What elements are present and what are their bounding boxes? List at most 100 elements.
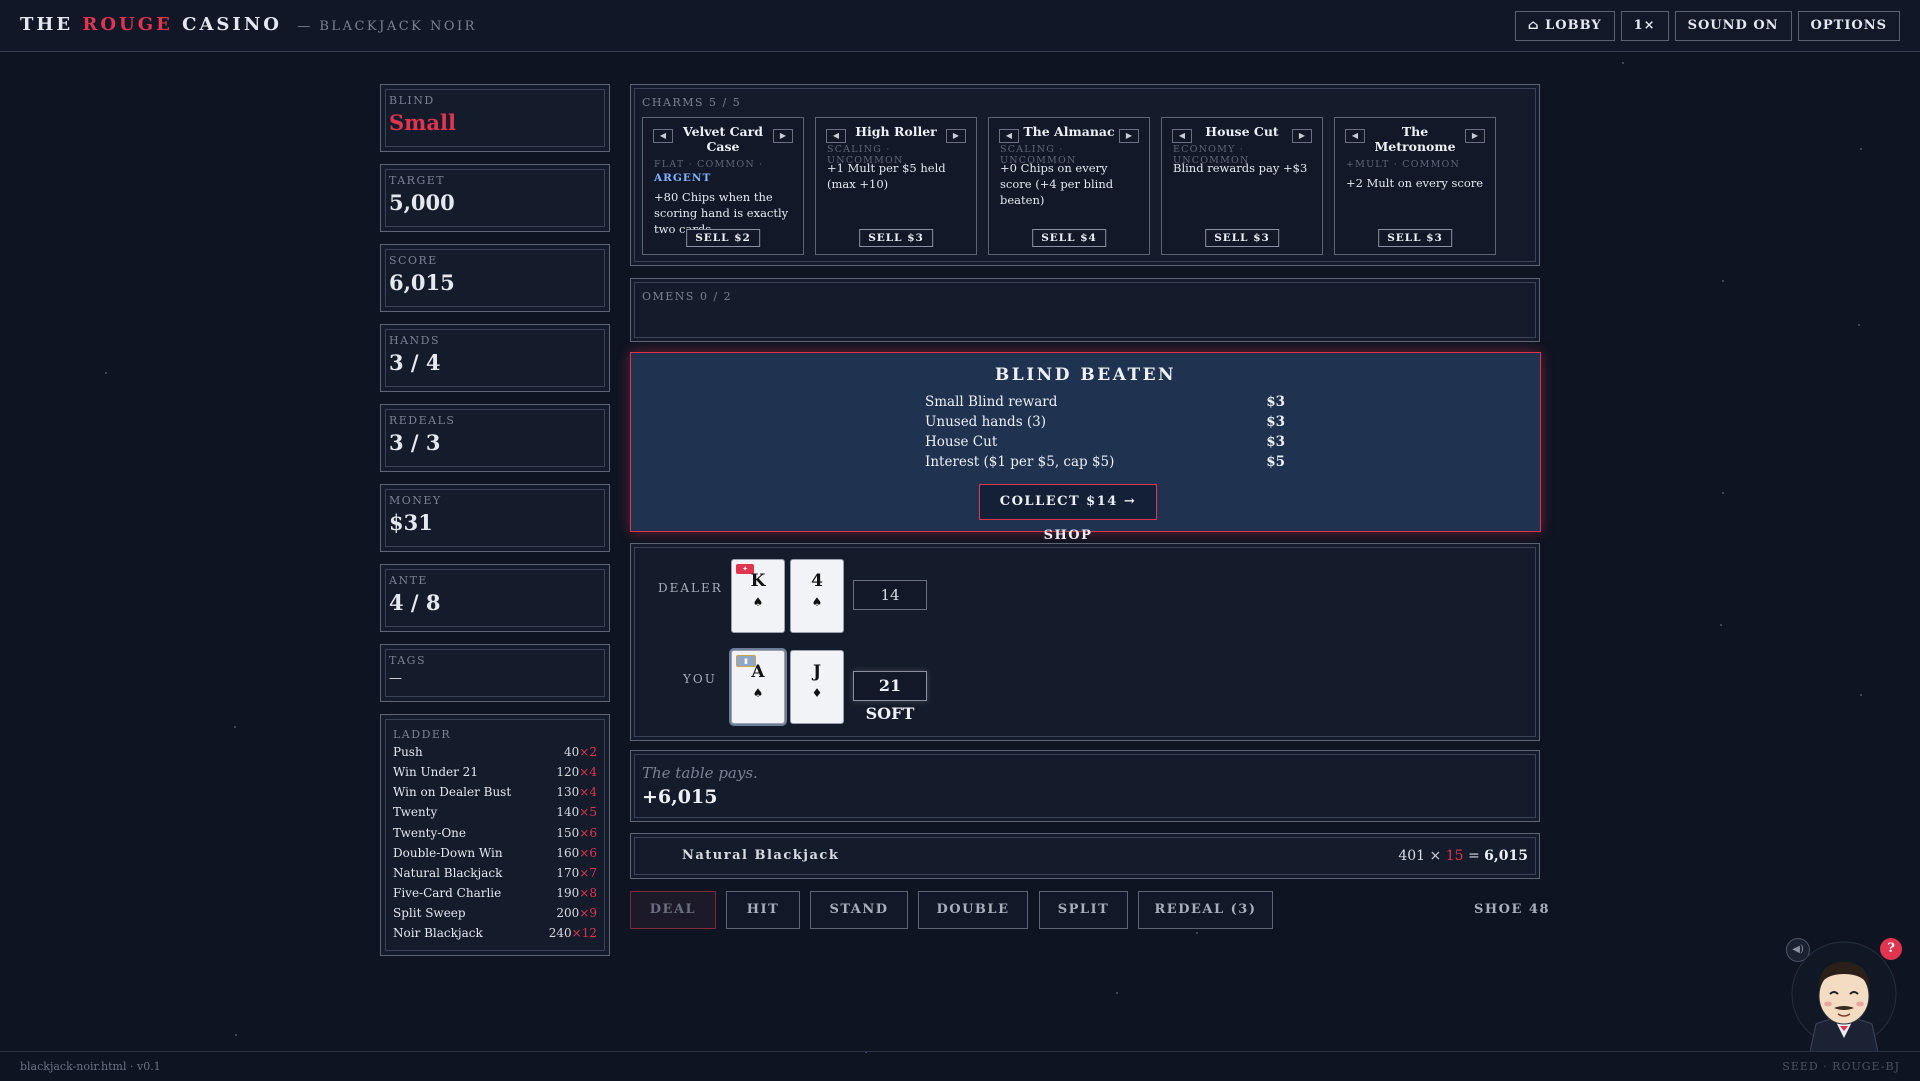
omens-label: OMENS 0 / 2: [642, 290, 733, 303]
player-card[interactable]: J ♦: [790, 650, 844, 724]
blind-beaten-banner: BLIND BEATEN Small Blind reward $3 Unused…: [630, 352, 1541, 543]
dealer-card: ✦ K ♠: [731, 559, 785, 633]
stat-ante: ANTE 4 / 8: [380, 564, 610, 632]
stat-value: 3 / 4: [389, 350, 441, 375]
sell-button[interactable]: SELL $3: [859, 229, 933, 247]
stand-button[interactable]: STAND: [810, 891, 908, 929]
shoe-count: SHOE 48: [1474, 902, 1551, 917]
footer: blackjack-noir.html · v0.1 SEED · ROUGE-…: [0, 1051, 1920, 1081]
dealer-card: 4 ♠: [790, 559, 844, 633]
charm-meta: FLAT · COMMON ·: [654, 159, 764, 170]
charm-card[interactable]: ◀ ▶ The Almanac SCALING · UNCOMMON +0 Ch…: [988, 117, 1150, 255]
reward-row: House Cut $3: [925, 434, 1285, 450]
move-right-icon[interactable]: ▶: [1119, 129, 1139, 143]
options-button[interactable]: OPTIONS: [1797, 11, 1900, 41]
charm-card[interactable]: ◀ ▶ The Metronome +MULT · COMMON +2 Mult…: [1334, 117, 1496, 255]
lobby-button[interactable]: ⌂ LOBBY: [1514, 11, 1615, 41]
payout-note: The table pays.: [642, 764, 758, 782]
collect-shop-button[interactable]: COLLECT $14 → SHOP: [979, 484, 1157, 543]
sound-toggle-button[interactable]: SOUND ON: [1674, 11, 1792, 41]
stat-money: MONEY $31: [380, 484, 610, 552]
table-panel: DEALER YOU ✦ K ♠ 4 ♠ 14 ▮ A ♠ J ♦ 21 SOF…: [630, 543, 1540, 741]
stat-label: MONEY: [389, 494, 442, 507]
split-button[interactable]: SPLIT: [1039, 891, 1128, 929]
charm-card[interactable]: ◀ ▶ House Cut ECONOMY · UNCOMMON Blind r…: [1161, 117, 1323, 255]
payout-panel: The table pays. +6,015: [630, 750, 1540, 822]
sell-button[interactable]: SELL $2: [686, 229, 760, 247]
redeal-button[interactable]: REDEAL (3): [1138, 891, 1273, 929]
stat-value: 3 / 3: [389, 430, 441, 455]
stat-value: $31: [389, 510, 433, 535]
stat-label: TAGS: [389, 654, 427, 667]
stat-score: SCORE 6,015: [380, 244, 610, 312]
mascot-face-icon: [1791, 941, 1897, 1052]
stat-label: ANTE: [389, 574, 428, 587]
stat-value: —: [389, 671, 402, 686]
charm-card[interactable]: ◀ ▶ Velvet Card Case FLAT · COMMON · ARG…: [642, 117, 804, 255]
move-right-icon[interactable]: ▶: [1465, 129, 1485, 143]
ladder-row: Twenty-One 150×6: [393, 826, 597, 840]
mascot-assistant[interactable]: ◀) ?: [1786, 938, 1902, 1052]
ladder-row: Push 40×2: [393, 745, 597, 759]
dealer-label: DEALER: [658, 581, 723, 595]
stat-label: TARGET: [389, 174, 446, 187]
reward-row: Unused hands (3) $3: [925, 414, 1285, 430]
move-left-icon[interactable]: ◀: [826, 129, 846, 143]
move-right-icon[interactable]: ▶: [773, 129, 793, 143]
stat-blind: BLIND Small: [380, 84, 610, 152]
stat-label: BLIND: [389, 94, 435, 107]
stat-label: SCORE: [389, 254, 438, 267]
sell-button[interactable]: SELL $4: [1032, 229, 1106, 247]
brand-title: THE ROUGE CASINO — BLACKJACK NOIR: [20, 14, 477, 35]
move-right-icon[interactable]: ▶: [946, 129, 966, 143]
charm-desc: +0 Chips on every score (+4 per blind be…: [1000, 161, 1114, 207]
charm-desc: +2 Mult on every score: [1346, 176, 1484, 190]
ladder-label: LADDER: [393, 728, 452, 741]
hand-result-bar: Natural Blackjack 401 × 15 = 6,015: [630, 833, 1540, 879]
ladder-row: Five-Card Charlie 190×8: [393, 886, 597, 900]
player-total: 21 SOFT: [853, 671, 927, 723]
reward-row: Interest ($1 per $5, cap $5) $5: [925, 454, 1285, 470]
ladder-row: Noir Blackjack 240×12: [393, 926, 597, 940]
hit-button[interactable]: HIT: [726, 891, 800, 929]
charm-name: High Roller: [855, 124, 937, 139]
hand-result-formula: 401 × 15 = 6,015: [1398, 848, 1528, 864]
ladder-panel: LADDER Push 40×2 Win Under 21 120×4 Win on…: [380, 714, 610, 956]
stat-redeals: REDEALS 3 / 3: [380, 404, 610, 472]
ladder-row: Win Under 21 120×4: [393, 765, 597, 779]
top-bar: THE ROUGE CASINO — BLACKJACK NOIR ⌂ LOBB…: [0, 0, 1920, 52]
hand-result-name: Natural Blackjack: [682, 848, 840, 863]
move-left-icon[interactable]: ◀: [999, 129, 1019, 143]
sell-button[interactable]: SELL $3: [1378, 229, 1452, 247]
ladder-row: Twenty 140×5: [393, 805, 597, 819]
ladder-row: Double-Down Win 160×6: [393, 846, 597, 860]
stat-tags: TAGS —: [380, 644, 610, 702]
move-left-icon[interactable]: ◀: [653, 129, 673, 143]
dealer-total: 14: [853, 580, 927, 610]
stat-label: HANDS: [389, 334, 441, 347]
move-right-icon[interactable]: ▶: [1292, 129, 1312, 143]
charm-card[interactable]: ◀ ▶ High Roller SCALING · UNCOMMON +1 Mu…: [815, 117, 977, 255]
stat-value: Small: [389, 110, 456, 135]
charm-name: The Metronome: [1374, 124, 1456, 154]
deal-button[interactable]: DEAL: [630, 891, 716, 929]
stat-label: REDEALS: [389, 414, 456, 427]
charms-panel: CHARMS 5 / 5 ◀ ▶ Velvet Card Case FLAT ·…: [630, 84, 1540, 266]
charm-desc: Blind rewards pay +$3: [1173, 161, 1308, 175]
you-label: YOU: [683, 672, 717, 686]
sell-button[interactable]: SELL $3: [1205, 229, 1279, 247]
move-left-icon[interactable]: ◀: [1345, 129, 1365, 143]
stat-target: TARGET 5,000: [380, 164, 610, 232]
banner-title: BLIND BEATEN: [994, 365, 1177, 385]
charm-name: The Almanac: [1023, 124, 1115, 139]
ladder-row: Win on Dealer Bust 130×4: [393, 785, 597, 799]
player-card[interactable]: ▮ A ♠: [731, 650, 785, 724]
speed-button[interactable]: 1×: [1620, 11, 1669, 41]
version-label: blackjack-noir.html · v0.1: [20, 1060, 161, 1073]
omens-panel: OMENS 0 / 2: [630, 278, 1540, 342]
stat-hands: HANDS 3 / 4: [380, 324, 610, 392]
stats-column: BLIND Small TARGET 5,000 SCORE 6,015 HAN…: [380, 84, 610, 956]
charm-tier: ARGENT: [654, 172, 712, 184]
double-button[interactable]: DOUBLE: [918, 891, 1028, 929]
move-left-icon[interactable]: ◀: [1172, 129, 1192, 143]
